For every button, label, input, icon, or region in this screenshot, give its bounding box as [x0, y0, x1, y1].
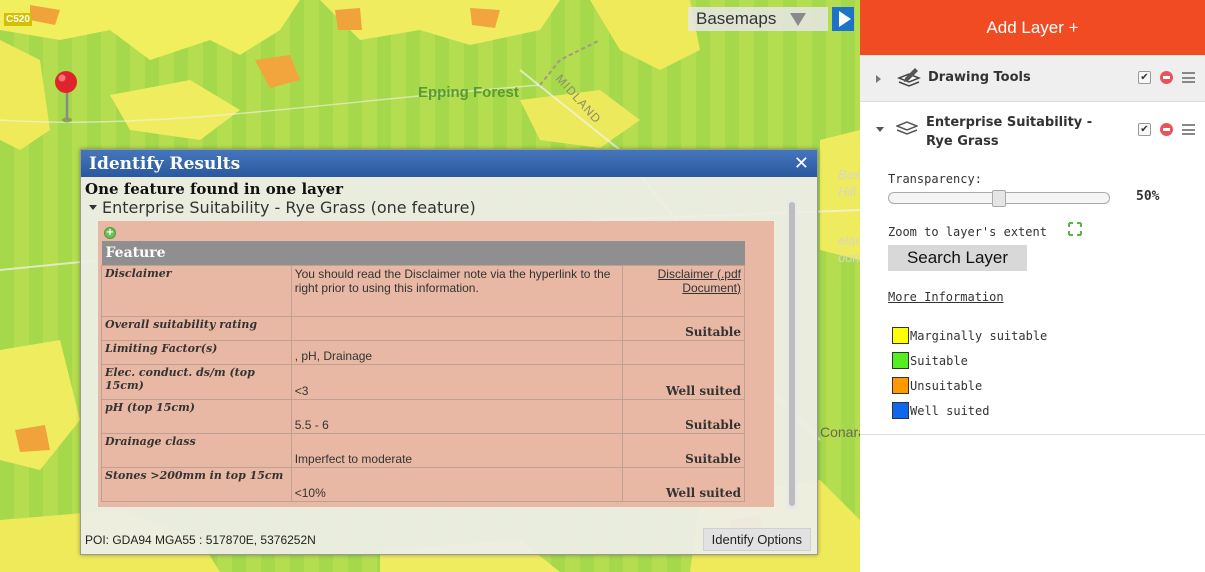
identify-options-button[interactable]: Identify Options [702, 528, 811, 551]
table-row: Elec. conduct. ds/m (top 15cm) <3 Well s… [101, 363, 745, 400]
legend-swatch [892, 327, 909, 344]
identify-layer-label: Enterprise Suitability - Rye Grass (one … [102, 198, 476, 217]
legend-label: Unsuitable [910, 378, 983, 393]
feature-table: Feature Disclaimer You should read the D… [101, 241, 745, 502]
identify-results-dialog: Identify Results ✕ One feature found in … [80, 149, 818, 555]
feature-attribute-name: Disclaimer [101, 264, 292, 317]
scrollbar-thumb[interactable] [789, 202, 795, 506]
legend-item: Suitable [892, 348, 1047, 373]
layers-panel: Add Layer + Drawing Tools ✔ Enterprise S… [860, 0, 1205, 572]
expand-right-icon[interactable] [876, 75, 881, 83]
table-row: Overall suitability rating Suitable [101, 315, 745, 341]
identify-summary: One feature found in one layer [85, 180, 344, 198]
table-row: pH (top 15cm) 5.5 - 6 Suitable [101, 398, 745, 434]
poi-coordinates: POI: GDA94 MGA55 : 517870E, 5376252N [85, 533, 316, 547]
legend-item: Well suited [892, 398, 1047, 423]
legend-swatch [892, 377, 909, 394]
collapse-down-icon[interactable] [876, 127, 884, 132]
feature-attribute-name: Drainage class [101, 432, 292, 468]
layers-icon [896, 121, 918, 135]
feature-attribute-name: Limiting Factor(s) [101, 339, 292, 365]
transparency-slider[interactable] [888, 190, 1110, 207]
feature-attribute-name: Overall suitability rating [101, 315, 292, 341]
feature-attribute-value [290, 315, 624, 341]
chevron-down-icon [790, 12, 807, 26]
basemaps-dropdown[interactable]: Basemaps [688, 7, 828, 31]
feature-attribute-value: 5.5 - 6 [290, 398, 624, 434]
place-label-conara: Conara [820, 424, 860, 440]
feature-result-box: + Feature Disclaimer You should read the… [98, 221, 774, 507]
legend-item: Marginally suitable [892, 323, 1047, 348]
close-icon[interactable]: ✕ [794, 153, 809, 174]
feature-attribute-class [622, 339, 745, 365]
feature-attribute-name: Stones >200mm in top 15cm [101, 466, 292, 502]
layer-name-enterprise-suitability: Enterprise Suitability - Rye Grass [926, 115, 1093, 149]
table-row: Drainage class Imperfect to moderate Sui… [101, 432, 745, 468]
legend-label: Well suited [910, 403, 990, 418]
dialog-titlebar[interactable]: Identify Results ✕ [81, 150, 817, 177]
place-label-cleland-lagoon: eland oon [838, 233, 860, 265]
menu-icon[interactable] [1182, 124, 1195, 135]
feature-attribute-value: You should read the Disclaimer note via … [290, 264, 624, 317]
more-information-link[interactable]: More Information [888, 290, 1004, 304]
feature-attribute-name: pH (top 15cm) [101, 398, 292, 434]
results-scrollbar[interactable] [787, 198, 797, 510]
place-label-boston-hill: Bosto Hill [838, 167, 860, 199]
layer-item-drawing-tools[interactable]: Drawing Tools ✔ [860, 56, 1205, 102]
feature-attribute-value: , pH, Drainage [290, 339, 624, 365]
remove-icon[interactable] [1160, 71, 1173, 84]
dialog-title: Identify Results [89, 153, 241, 174]
disclaimer-link[interactable]: Disclaimer (.pdf Document) [622, 264, 745, 317]
feature-attribute-class: Suitable [622, 432, 745, 468]
panel-toggle-button[interactable] [832, 7, 854, 31]
legend-item: Unsuitable [892, 373, 1047, 398]
zoom-to-extent-label: Zoom to layer's extent [888, 225, 1047, 239]
legend-label: Suitable [910, 353, 968, 368]
slider-handle[interactable] [992, 190, 1006, 207]
play-icon [838, 11, 851, 27]
search-layer-button[interactable]: Search Layer [888, 245, 1027, 271]
layer-name-drawing-tools: Drawing Tools [928, 70, 1031, 85]
feature-attribute-value: <3 [290, 363, 624, 400]
table-row: Disclaimer You should read the Disclaime… [101, 264, 745, 317]
feature-attribute-class: Suitable [622, 398, 745, 434]
zoom-extent-icon[interactable] [1068, 222, 1082, 236]
place-label-epping-forest: Epping Forest [418, 84, 519, 101]
feature-attribute-value: <10% [290, 466, 624, 502]
disclaimer-link-text[interactable]: Disclaimer (.pdf Document) [658, 267, 741, 295]
menu-icon[interactable] [1182, 72, 1195, 83]
map-pin-icon[interactable] [52, 70, 82, 126]
feature-attribute-name: Elec. conduct. ds/m (top 15cm) [101, 363, 292, 400]
pen-layers-icon [897, 68, 921, 87]
feature-attribute-class: Well suited [622, 363, 745, 400]
legend-label: Marginally suitable [910, 328, 1048, 343]
caret-down-icon [89, 205, 97, 210]
feature-attribute-class: Suitable [622, 315, 745, 341]
highway-label: C520 [4, 13, 32, 26]
visibility-checkbox[interactable]: ✔ [1138, 123, 1151, 136]
legend-swatch [892, 402, 909, 419]
transparency-value: 50% [1136, 189, 1160, 204]
feature-attribute-value: Imperfect to moderate [290, 432, 624, 468]
layer-legend: Marginally suitable Suitable Unsuitable Wel… [892, 323, 1047, 423]
expand-plus-icon[interactable]: + [104, 227, 116, 239]
remove-icon[interactable] [1160, 123, 1173, 136]
transparency-label: Transparency: [888, 172, 982, 186]
basemaps-label: Basemaps [696, 9, 777, 28]
add-layer-button[interactable]: Add Layer + [860, 0, 1205, 56]
visibility-checkbox[interactable]: ✔ [1138, 71, 1151, 84]
table-row: Limiting Factor(s) , pH, Drainage [101, 339, 745, 365]
legend-swatch [892, 352, 909, 369]
feature-table-header: Feature [101, 241, 745, 265]
table-row: Stones >200mm in top 15cm <10% Well suit… [101, 466, 745, 502]
identify-layer-toggle[interactable]: Enterprise Suitability - Rye Grass (one … [89, 198, 476, 217]
map-canvas[interactable]: C520 Epping Forest MIDLAND Bosto Hill el… [0, 0, 860, 572]
feature-attribute-class: Well suited [622, 466, 745, 502]
